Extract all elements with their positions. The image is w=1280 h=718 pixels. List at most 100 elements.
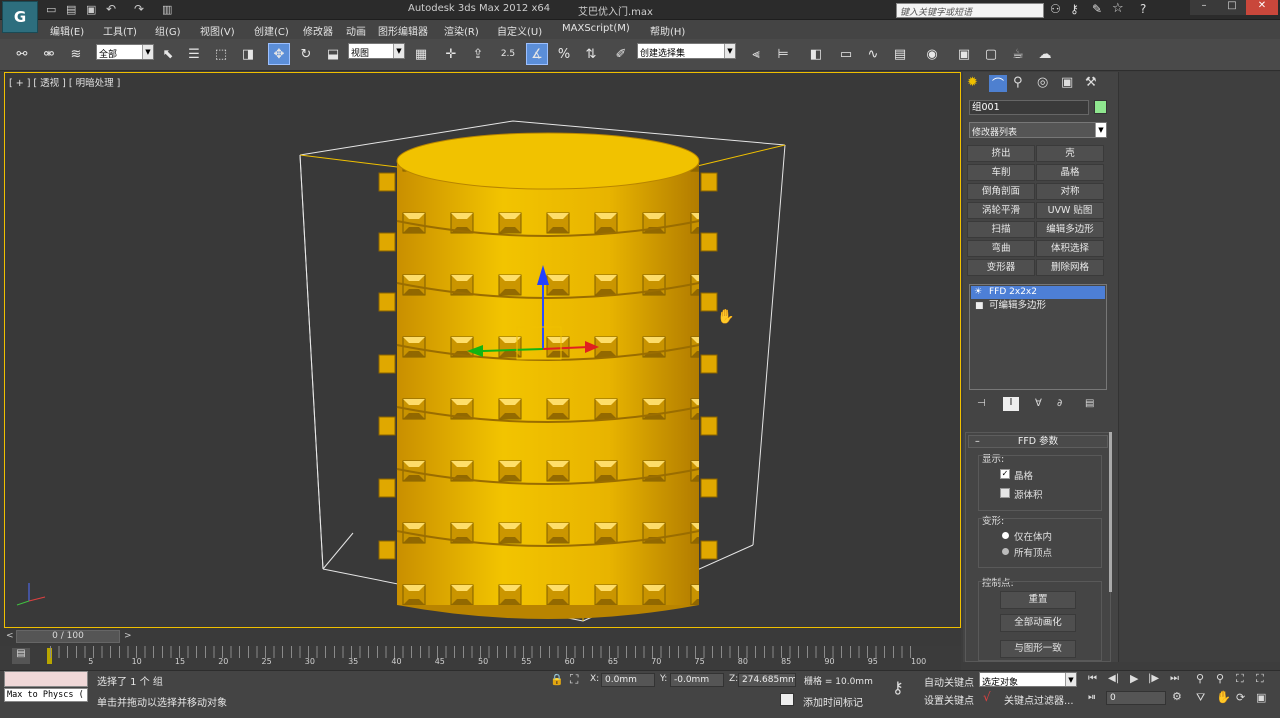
edit-named-selection-icon[interactable]: ✐ <box>610 43 632 65</box>
goto-start-icon[interactable]: ⏮ <box>1088 673 1097 684</box>
modifier-bevel-profile-button[interactable]: 倒角剖面 <box>967 183 1035 200</box>
y-coordinate-field[interactable]: -0.0mm <box>670 673 724 687</box>
x-coordinate-field[interactable]: 0.0mm <box>601 673 655 687</box>
modifier-bend-button[interactable]: 弯曲 <box>967 240 1035 257</box>
all-vertices-radio[interactable] <box>1002 548 1009 555</box>
set-key-icon[interactable]: √ <box>983 690 991 704</box>
object-color-swatch[interactable] <box>1094 100 1107 114</box>
tools-icon[interactable]: ✎ <box>1092 2 1102 16</box>
lightbulb-icon[interactable]: ☀ <box>974 286 982 298</box>
select-scale-icon[interactable]: ⬓ <box>322 43 344 65</box>
configure-sets-icon[interactable]: ▤ <box>1085 398 1094 409</box>
only-in-volume-radio[interactable] <box>1002 532 1009 539</box>
keyboard-shortcut-icon[interactable]: ⇪ <box>467 43 489 65</box>
key-mode-icon[interactable]: ⚷ <box>892 678 904 697</box>
render-setup-icon[interactable]: ▣ <box>953 43 975 65</box>
utilities-tab-icon[interactable]: ⚒ <box>1085 75 1097 90</box>
modifier-symmetry-button[interactable]: 对称 <box>1036 183 1104 200</box>
project-folder-icon[interactable]: ▥ <box>162 3 172 16</box>
pin-stack-icon[interactable]: ⊣ <box>977 398 986 409</box>
new-file-icon[interactable]: ▭ <box>46 3 56 16</box>
track-bar[interactable]: ▤ 5 10 15 20 25 30 35 40 45 50 55 60 65 70 75 80 85 90 95 1… <box>0 646 961 670</box>
next-key-icon[interactable]: |▶ <box>1148 673 1159 684</box>
menu-customize[interactable]: 自定义(U) <box>497 23 542 38</box>
link-icon[interactable]: ⚯ <box>11 43 33 65</box>
add-time-tag[interactable]: 添加时间标记 <box>803 694 863 709</box>
time-tag-icon[interactable] <box>780 693 794 706</box>
layer-manager-icon[interactable]: ◧ <box>805 43 827 65</box>
object-name-field[interactable]: 组001 <box>969 100 1089 115</box>
menu-create[interactable]: 创建(C) <box>254 23 289 38</box>
auto-key-dropdown[interactable]: 选定对象 ▼ <box>979 672 1077 687</box>
play-icon[interactable]: ▶ <box>1130 672 1138 685</box>
stack-item-editable-poly[interactable]: ■ 可编辑多边形 <box>971 300 1105 313</box>
modifier-extrude-button[interactable]: 挤出 <box>967 145 1035 162</box>
material-editor-icon[interactable]: ◉ <box>921 43 943 65</box>
viewport-perspective[interactable]: [ + ] [ 透视 ] [ 明暗处理 ] ✋ <box>4 72 961 628</box>
fov-icon[interactable]: ⛛ <box>1196 691 1205 705</box>
hierarchy-tab-icon[interactable]: ⚲ <box>1013 75 1023 90</box>
maxscript-mini-listener[interactable] <box>4 671 88 687</box>
rendered-frame-icon[interactable]: ▢ <box>980 43 1002 65</box>
show-end-result-icon[interactable]: I <box>1003 397 1019 411</box>
goto-end-icon[interactable]: ⏭ <box>1170 673 1179 684</box>
orbit-icon[interactable]: ⟳ <box>1236 691 1245 704</box>
modifier-turbosmooth-button[interactable]: 涡轮平滑 <box>967 202 1035 219</box>
menu-tools[interactable]: 工具(T) <box>103 23 137 38</box>
app-logo-icon[interactable]: G <box>2 1 38 33</box>
rollout-header[interactable]: – FFD 参数 <box>968 435 1108 448</box>
close-icon[interactable]: ✕ <box>1246 0 1278 15</box>
create-tab-icon[interactable]: ✹ <box>967 75 978 90</box>
lock-selection-icon[interactable]: 🔒 <box>550 673 564 686</box>
render-production-icon[interactable]: ☕ <box>1007 43 1029 65</box>
star-icon[interactable]: ☆ <box>1112 1 1124 16</box>
menu-graph-editors[interactable]: 图形编辑器 <box>378 23 428 38</box>
zoom-extents-icon[interactable]: ⛶ <box>1236 672 1244 686</box>
help-icon[interactable]: ? <box>1140 2 1146 16</box>
time-slider[interactable]: 0 / 100 <box>16 630 120 643</box>
relative-absolute-icon[interactable]: ⛶ <box>570 672 578 687</box>
align-icon[interactable]: ⊨ <box>772 43 794 65</box>
modifier-delete-mesh-button[interactable]: 删除网格 <box>1036 259 1104 276</box>
remove-modifier-icon[interactable]: ∂ <box>1057 398 1062 409</box>
window-crossing-icon[interactable]: ◨ <box>237 43 259 65</box>
motion-tab-icon[interactable]: ◎ <box>1037 75 1048 90</box>
z-coordinate-field[interactable]: 274.685mm <box>738 673 796 687</box>
minimize-icon[interactable]: – <box>1190 0 1218 15</box>
mirror-icon[interactable]: ⫷ <box>745 43 767 65</box>
display-tab-icon[interactable]: ▣ <box>1061 75 1073 90</box>
select-move-icon[interactable]: ✥ <box>268 43 290 65</box>
menu-edit[interactable]: 编辑(E) <box>50 23 84 38</box>
lattice-checkbox[interactable]: ✓ <box>1000 469 1010 479</box>
make-unique-icon[interactable]: ∀ <box>1035 398 1042 409</box>
select-by-name-icon[interactable]: ☰ <box>183 43 205 65</box>
stack-item-ffd[interactable]: ☀ FFD 2x2x2 <box>971 286 1105 299</box>
pan-icon[interactable]: ✋ <box>1216 690 1231 704</box>
panel-scrollbar[interactable] <box>1109 432 1112 592</box>
spinner-snap-icon[interactable]: ⇅ <box>580 43 602 65</box>
search-field[interactable]: 键入关键字或短语 <box>896 3 1044 18</box>
curve-editor-icon[interactable]: ∿ <box>862 43 884 65</box>
animate-all-button[interactable]: 全部动画化 <box>1000 614 1076 632</box>
maximize-viewport-icon[interactable]: ▣ <box>1256 691 1266 704</box>
unlink-icon[interactable]: ⚮ <box>38 43 60 65</box>
modifier-list-dropdown[interactable]: 修改器列表 ▼ <box>969 122 1107 138</box>
graphite-ribbon-icon[interactable]: ▭ <box>835 43 857 65</box>
menu-animation[interactable]: 动画 <box>346 23 366 38</box>
zoom-icon[interactable]: ⚲ <box>1196 672 1204 685</box>
render-iterative-icon[interactable]: ☁ <box>1034 43 1056 65</box>
modifier-lathe-button[interactable]: 车削 <box>967 164 1035 181</box>
menu-maxscript[interactable]: MAXScript(M) <box>562 23 630 34</box>
binoculars-icon[interactable]: ⚇ <box>1050 2 1061 16</box>
menu-help[interactable]: 帮助(H) <box>650 23 685 38</box>
modifier-stack[interactable]: ☀ FFD 2x2x2 ■ 可编辑多边形 <box>969 284 1107 390</box>
zoom-all-icon[interactable]: ⚲ <box>1216 672 1224 685</box>
reference-coordinate-dropdown[interactable]: 视图 ▼ <box>348 43 405 59</box>
modify-tab-icon[interactable]: ⌒ <box>989 75 1007 92</box>
source-volume-checkbox[interactable] <box>1000 488 1010 498</box>
auto-key-label[interactable]: 自动关键点 <box>924 674 974 689</box>
undo-icon[interactable]: ↶ <box>106 2 116 16</box>
pivot-center-icon[interactable]: ▦ <box>410 43 432 65</box>
menu-views[interactable]: 视图(V) <box>200 23 235 38</box>
named-selection-dropdown[interactable]: 创建选择集 ▼ <box>637 43 736 59</box>
